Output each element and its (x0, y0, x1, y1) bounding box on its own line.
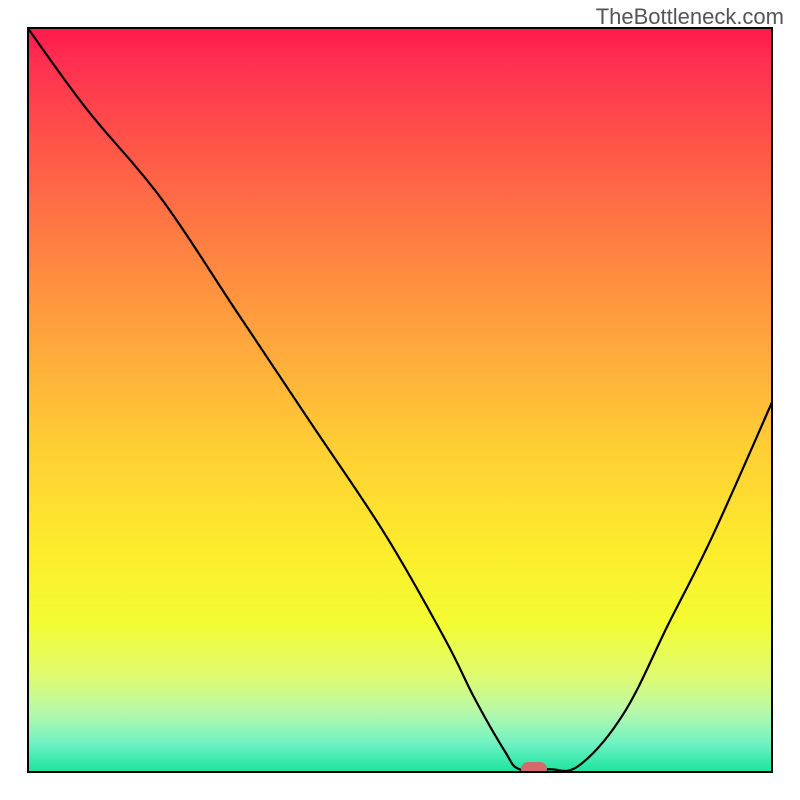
plot-area (27, 27, 773, 773)
watermark-text: TheBottleneck.com (596, 4, 784, 30)
chart-container: TheBottleneck.com (0, 0, 800, 800)
bottleneck-curve-line (27, 27, 773, 771)
optimal-point-marker (521, 762, 547, 773)
curve-svg (27, 27, 773, 773)
